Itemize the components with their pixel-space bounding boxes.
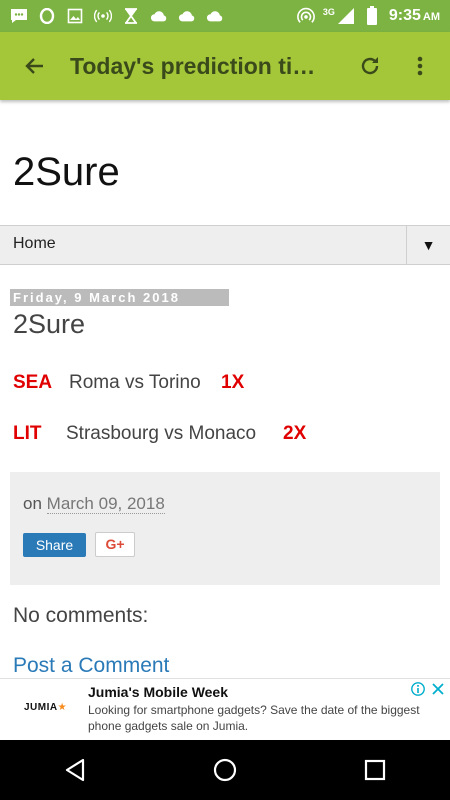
toolbar-title: Today's prediction tips — [70, 52, 316, 79]
network-type: 3G — [322, 7, 335, 17]
more-vert-icon[interactable] — [400, 32, 440, 100]
back-arrow-icon[interactable] — [0, 32, 70, 100]
post-comment-link[interactable]: Post a Comment — [13, 654, 169, 678]
prediction-row: SEA Roma vs Torino 1X — [13, 372, 244, 394]
prediction-row: LIT Strasbourg vs Monaco 2X — [13, 423, 306, 445]
nav-home-link[interactable]: Home — [13, 235, 56, 253]
battery-icon — [363, 6, 381, 25]
cloud-icon — [206, 8, 224, 24]
star-icon: ★ — [57, 702, 68, 713]
radio-icon — [94, 8, 112, 24]
match-name: Roma vs Torino — [69, 372, 201, 393]
cloud-icon — [178, 8, 196, 24]
league-code: SEA — [13, 372, 53, 393]
league-code: LIT — [13, 423, 42, 444]
system-nav-bar — [0, 740, 450, 800]
back-triangle-icon[interactable] — [55, 750, 95, 790]
post-title[interactable]: 2Sure — [13, 309, 85, 340]
prediction-tip: 1X — [221, 372, 245, 393]
image-icon — [66, 8, 84, 24]
recents-square-icon[interactable] — [355, 750, 395, 790]
cloud-icon — [150, 8, 168, 24]
page-content[interactable]: 2Sure Home ▼ Friday, 9 March 2018 2Sure … — [0, 100, 450, 678]
signal-icon — [337, 8, 355, 24]
post-date-link[interactable]: March 09, 2018 — [46, 494, 165, 514]
posted-on-label: on — [23, 494, 42, 513]
blog-title[interactable]: 2Sure — [13, 150, 120, 195]
message-icon — [10, 8, 28, 24]
ad-banner[interactable]: JUMIA★ Jumia's Mobile Week Looking for s… — [0, 678, 450, 740]
ad-title[interactable]: Jumia's Mobile Week — [88, 684, 228, 700]
nav-dropdown-button[interactable]: ▼ — [406, 226, 450, 264]
app-toolbar: Today's prediction tips — [0, 32, 450, 100]
home-circle-icon[interactable] — [205, 750, 245, 790]
ad-logo-text: JUMIA — [24, 702, 58, 713]
google-plus-button[interactable]: G+ — [95, 532, 135, 557]
close-icon[interactable] — [431, 682, 445, 696]
nav-menu: Home ▼ — [0, 225, 450, 265]
ad-logo: JUMIA★ — [24, 702, 67, 713]
hourglass-icon — [122, 8, 140, 24]
opera-icon — [38, 8, 56, 24]
refresh-icon[interactable] — [340, 32, 400, 100]
hotspot-icon — [296, 7, 315, 24]
match-name: Strasbourg vs Monaco — [66, 423, 257, 444]
post-timestamp: on March 09, 2018 — [23, 494, 165, 514]
share-button[interactable]: Share — [23, 533, 86, 557]
status-bar: 3G 9:35 AM — [0, 0, 450, 32]
post-footer: on March 09, 2018 Share G+ — [10, 472, 440, 585]
comments-heading: No comments: — [13, 604, 149, 627]
prediction-tip: 2X — [283, 423, 307, 444]
info-icon[interactable] — [411, 682, 425, 696]
clock: 9:35 AM — [388, 7, 440, 24]
ad-text[interactable]: Looking for smartphone gadgets? Save the… — [88, 702, 444, 734]
post-date-header: Friday, 9 March 2018 — [10, 289, 229, 306]
